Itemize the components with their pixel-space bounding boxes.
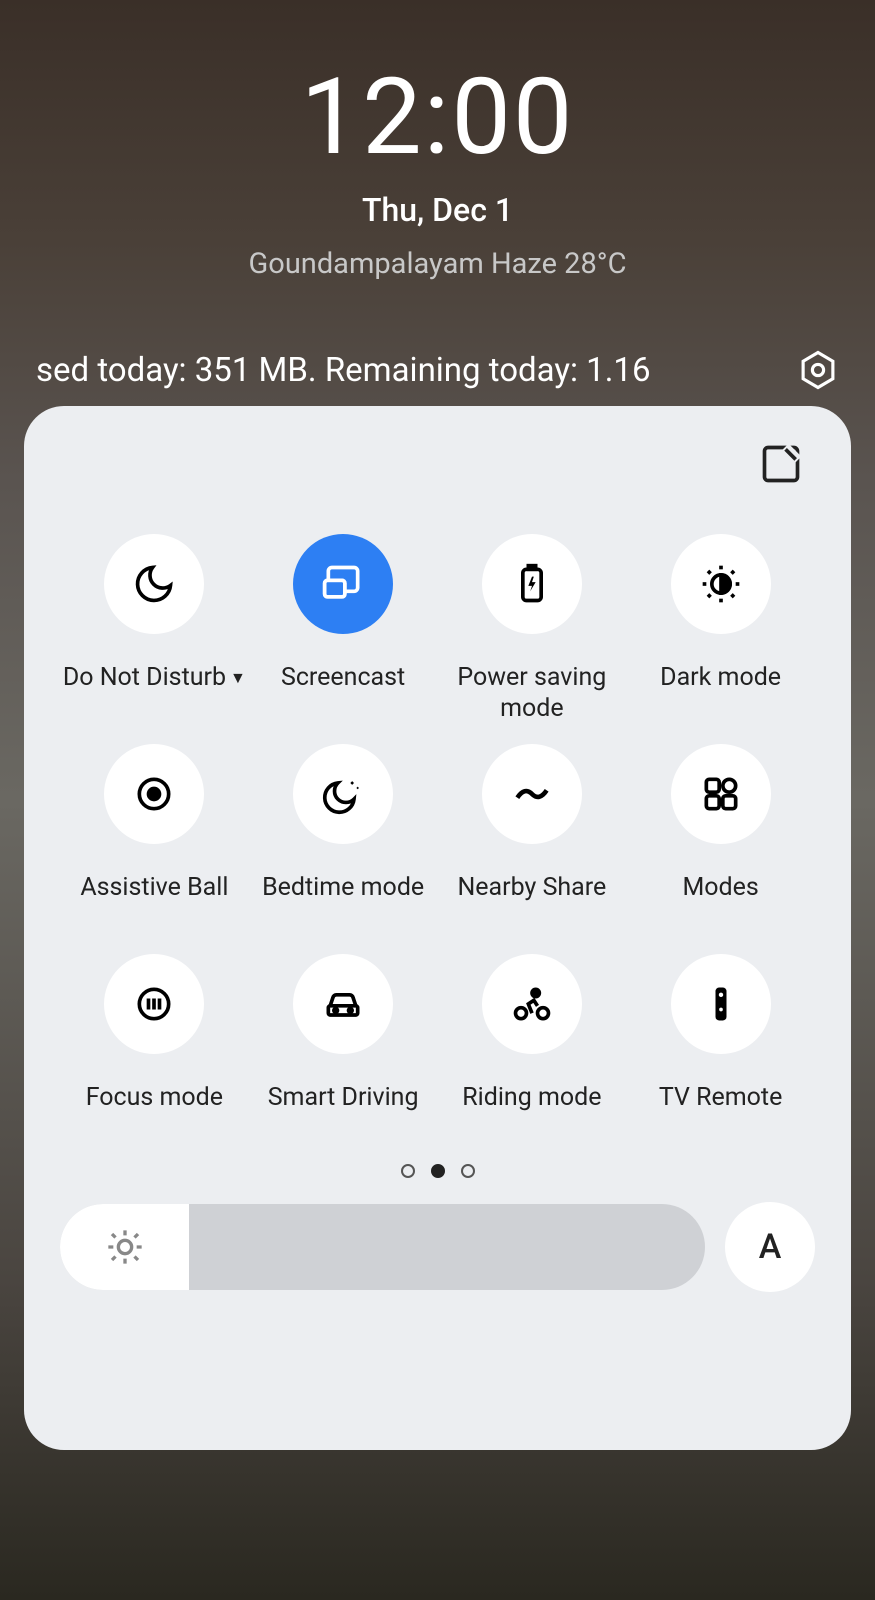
data-usage-text[interactable]: sed today: 351 MB. Remaining today: 1.16 bbox=[36, 351, 651, 390]
settings-icon[interactable] bbox=[797, 349, 839, 391]
weather-text: Goundampalayam Haze 28°C bbox=[0, 247, 875, 281]
tile-bedtime-mode[interactable]: Bedtime mode bbox=[249, 744, 438, 936]
tile-label: Nearby Share bbox=[457, 872, 606, 936]
tile-dark-mode[interactable]: Dark mode bbox=[626, 534, 815, 726]
page-dot bbox=[401, 1164, 415, 1178]
tiles-grid: Do Not Disturb▼ Screencast Power saving … bbox=[60, 534, 815, 1146]
status-header: 12:00 Thu, Dec 1 Goundampalayam Haze 28°… bbox=[0, 0, 875, 281]
tile-label: Screencast bbox=[281, 662, 405, 726]
tile-riding-mode[interactable]: Riding mode bbox=[438, 954, 627, 1146]
target-icon bbox=[104, 744, 204, 844]
sun-icon bbox=[105, 1227, 145, 1267]
tile-label: TV Remote bbox=[659, 1082, 783, 1146]
pagination-dots[interactable] bbox=[60, 1164, 815, 1178]
tile-label: Modes bbox=[682, 872, 758, 936]
tile-do-not-disturb[interactable]: Do Not Disturb▼ bbox=[60, 534, 249, 726]
screencast-icon bbox=[293, 534, 393, 634]
tile-label: Focus mode bbox=[86, 1082, 223, 1146]
tile-label: Riding mode bbox=[462, 1082, 601, 1146]
bike-icon bbox=[482, 954, 582, 1054]
brightness-fill bbox=[60, 1204, 189, 1290]
tile-power-saving[interactable]: Power saving mode bbox=[438, 534, 627, 726]
brightness-row: A bbox=[60, 1202, 815, 1292]
quick-settings-panel: Do Not Disturb▼ Screencast Power saving … bbox=[24, 406, 851, 1450]
page-dot bbox=[431, 1164, 445, 1178]
tile-label: Assistive Ball bbox=[80, 872, 228, 936]
tile-screencast[interactable]: Screencast bbox=[249, 534, 438, 726]
focus-icon bbox=[104, 954, 204, 1054]
auto-brightness-button[interactable]: A bbox=[725, 1202, 815, 1292]
moonstars-icon bbox=[293, 744, 393, 844]
page-dot bbox=[461, 1164, 475, 1178]
clock-time: 12:00 bbox=[0, 55, 875, 179]
remote-icon bbox=[671, 954, 771, 1054]
tile-label: Smart Driving bbox=[268, 1082, 419, 1146]
edit-icon[interactable] bbox=[759, 442, 803, 486]
tile-focus-mode[interactable]: Focus mode bbox=[60, 954, 249, 1146]
tile-label: Power saving mode bbox=[438, 662, 627, 726]
data-usage-row: sed today: 351 MB. Remaining today: 1.16 bbox=[0, 349, 875, 391]
tile-tv-remote[interactable]: TV Remote bbox=[626, 954, 815, 1146]
car-icon bbox=[293, 954, 393, 1054]
tile-label: Bedtime mode bbox=[262, 872, 424, 936]
battery-icon bbox=[482, 534, 582, 634]
tile-label: Do Not Disturb▼ bbox=[63, 662, 246, 726]
tile-modes[interactable]: Modes bbox=[626, 744, 815, 936]
tile-label: Dark mode bbox=[660, 662, 781, 726]
darkmode-icon bbox=[671, 534, 771, 634]
tile-assistive-ball[interactable]: Assistive Ball bbox=[60, 744, 249, 936]
clock-date: Thu, Dec 1 bbox=[0, 191, 875, 229]
grid-icon bbox=[671, 744, 771, 844]
brightness-slider[interactable] bbox=[60, 1204, 705, 1290]
tile-smart-driving[interactable]: Smart Driving bbox=[249, 954, 438, 1146]
nearby-icon bbox=[482, 744, 582, 844]
moon-icon bbox=[104, 534, 204, 634]
tile-nearby-share[interactable]: Nearby Share bbox=[438, 744, 627, 936]
